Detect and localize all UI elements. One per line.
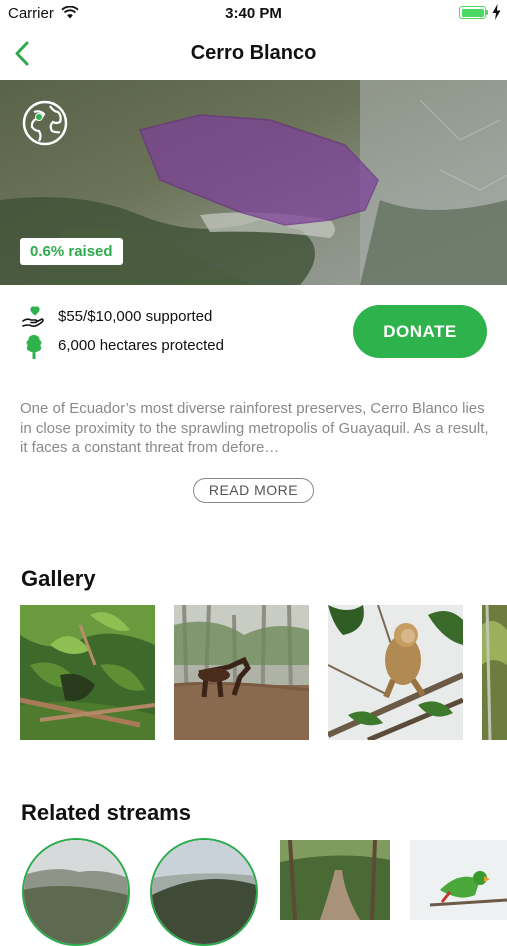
- stream-thumbnail-mountains[interactable]: [22, 838, 130, 946]
- status-bar: Carrier 3:40 PM: [0, 0, 507, 28]
- page-title: Cerro Blanco: [190, 42, 317, 64]
- raised-badge: 0.6% raised: [20, 238, 123, 265]
- globe-icon[interactable]: [22, 100, 68, 146]
- related-streams-title: Related streams: [21, 800, 191, 825]
- battery-cap: [486, 10, 488, 15]
- donate-button[interactable]: DONATE: [353, 305, 487, 358]
- supported-stat: $55/$10,000 supported: [22, 306, 282, 332]
- stream-thumbnail-forest-path[interactable]: [280, 840, 390, 920]
- heart-hand-icon: [22, 306, 46, 334]
- supported-label: $55/$10,000 supported: [58, 308, 213, 325]
- gallery-image-jungle-foliage[interactable]: [20, 605, 155, 740]
- gallery-image-partial[interactable]: [482, 605, 507, 740]
- description-text: One of Ecuador’s most diverse rainforest…: [20, 400, 489, 456]
- stream-thumbnail-parrot[interactable]: [410, 840, 507, 920]
- gallery-image-monkey-tree[interactable]: [328, 605, 463, 740]
- read-more-button[interactable]: READ MORE: [193, 478, 314, 503]
- protected-label: 6,000 hectares protected: [58, 337, 224, 354]
- navigation-bar: Cerro Blanco: [0, 28, 507, 80]
- clock: 3:40 PM: [225, 5, 282, 22]
- charging-bolt-icon: [492, 4, 501, 25]
- stream-thumbnail-hills[interactable]: [150, 838, 258, 946]
- tree-icon: [22, 335, 46, 363]
- battery-icon: [459, 6, 486, 19]
- protected-stat: 6,000 hectares protected: [22, 335, 282, 361]
- gallery-image-horses-forest[interactable]: [174, 605, 309, 740]
- gallery-title: Gallery: [21, 566, 96, 591]
